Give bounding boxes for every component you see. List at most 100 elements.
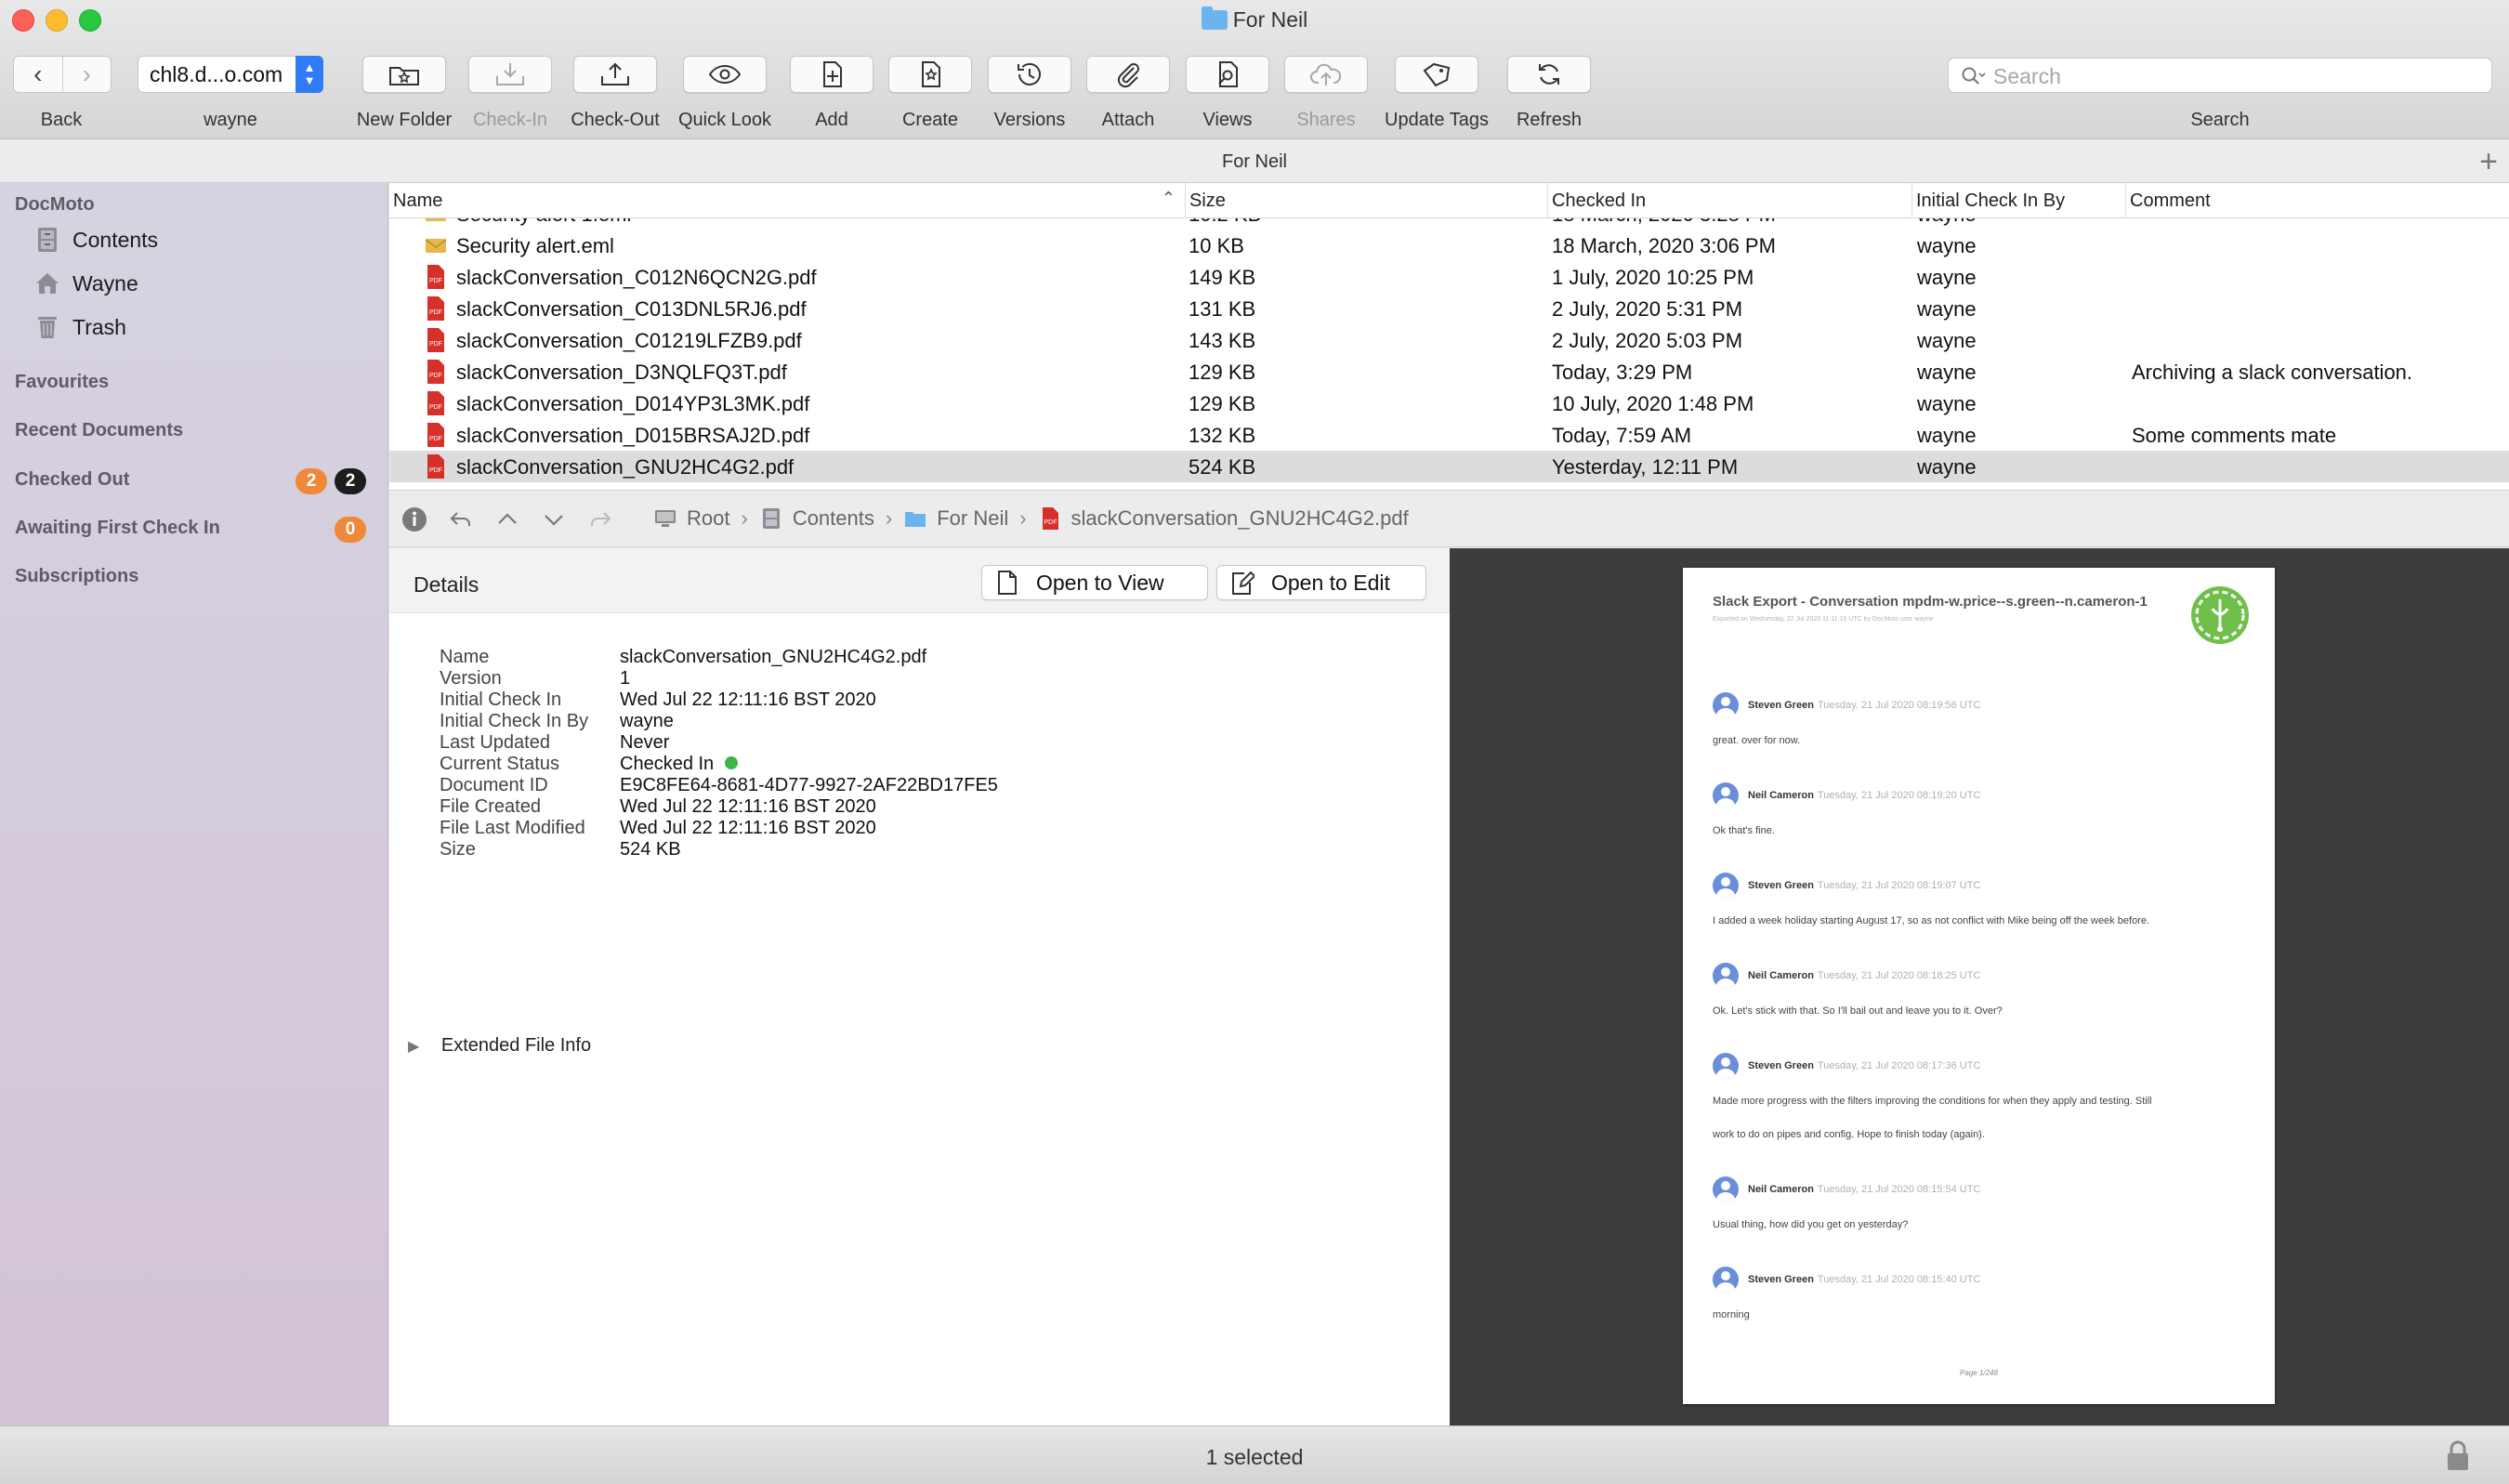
new-folder-button[interactable] [362, 56, 446, 93]
sidebar-section-subscriptions[interactable]: Subscriptions [15, 566, 138, 587]
file-checked-in: 2 July, 2020 5:31 PM [1552, 297, 1743, 321]
avatar-icon [1713, 1053, 1739, 1079]
extended-file-info-disclosure[interactable]: ▶ Extended File Info [408, 1035, 591, 1057]
message-time: Tuesday, 21 Jul 2020 08:15:54 UTC [1817, 1184, 1981, 1195]
table-row[interactable]: PDF slackConversation_D015BRSAJ2D.pdf 132 … [389, 419, 2509, 451]
path-title-bar: For Neil + [0, 140, 2509, 183]
add-button[interactable] [790, 56, 874, 93]
file-initial-check-in-by: wayne [1917, 266, 1977, 289]
back-button[interactable]: ‹ [14, 57, 62, 92]
status-indicator-icon [725, 756, 739, 769]
preview-page[interactable]: Slack Export - Conversation mpdm-w.price… [1683, 568, 2275, 1404]
open-to-view-button[interactable]: Open to View [981, 565, 1208, 600]
message-header: Steven Green Tuesday, 21 Jul 2020 08:19:0… [1713, 873, 1980, 899]
info-icon[interactable] [401, 506, 428, 533]
message-body: Made more progress with the filters impr… [1713, 1096, 2152, 1107]
back-label: Back [40, 110, 83, 130]
server-select[interactable]: chl8.d...o.com ▲ ▼ [138, 56, 323, 93]
table-row[interactable]: PDF slackConversation_GNU2HC4G2.pdf 524 KB… [389, 451, 2509, 482]
refresh-button[interactable] [1507, 56, 1591, 93]
details-panel: Details Open to View Open to Edit Name sl… [389, 548, 1450, 1425]
detail-value-text: slackConversation_GNU2HC4G2.pdf [620, 647, 927, 667]
column-header-comment[interactable]: Comment [2125, 183, 2509, 218]
file-initial-check-in-by: wayne [1917, 329, 1977, 352]
table-row[interactable]: PDF slackConversation_D014YP3L3MK.pdf 129 … [389, 387, 2509, 419]
forward-button[interactable]: › [61, 57, 112, 92]
file-comment: Some comments mate [2132, 424, 2337, 447]
breadcrumb-item-file[interactable]: PDF slackConversation_GNU2HC4G2.pdf [1038, 506, 1409, 531]
column-header-name[interactable]: Name ⌃ [389, 183, 1185, 218]
breadcrumb-item-contents[interactable]: Contents [759, 506, 874, 531]
sidebar-section-recent-documents[interactable]: Recent Documents [15, 420, 183, 441]
avatar-icon [1713, 1267, 1739, 1293]
table-row[interactable]: PDF slackConversation_C012N6QCN2G.pdf 149 … [389, 261, 2509, 293]
table-row[interactable]: Security alert.eml 10 KB 18 March, 2020 3:… [389, 230, 2509, 261]
file-size: 131 KB [1189, 297, 1256, 321]
server-user-label: wayne [204, 110, 257, 130]
detail-key: Current Status [440, 754, 559, 774]
shares-button[interactable] [1284, 56, 1368, 93]
avatar-icon [1713, 873, 1739, 899]
sidebar-item-trash[interactable]: Trash [33, 313, 126, 341]
details-title: Details [414, 572, 479, 597]
cabinet-icon [762, 508, 780, 529]
add-tab-button[interactable]: + [2479, 144, 2498, 180]
file-size: 143 KB [1189, 329, 1256, 352]
message-header: Steven Green Tuesday, 21 Jul 2020 08:15:4… [1713, 1267, 1980, 1293]
chevron-right-icon: › [82, 59, 91, 88]
column-header-size[interactable]: Size [1185, 183, 1547, 218]
breadcrumb-item-root[interactable]: Root [653, 506, 729, 531]
check-out-button[interactable] [573, 56, 657, 93]
forward-arrow-icon[interactable] [586, 506, 614, 533]
checked-out-badge-orange: 2 [296, 468, 327, 494]
sidebar-item-wayne[interactable]: Wayne [33, 269, 138, 297]
column-header-initial-check-in-by[interactable]: Initial Check In By [1911, 183, 2125, 218]
lock-icon[interactable] [2444, 1439, 2472, 1473]
message-time: Tuesday, 21 Jul 2020 08:19:20 UTC [1817, 790, 1981, 801]
message-author: Steven Green [1748, 1274, 1814, 1285]
quick-look-button[interactable] [683, 56, 767, 93]
table-row[interactable]: PDF slackConversation_C013DNL5RJ6.pdf 131 … [389, 293, 2509, 324]
sidebar-item-contents[interactable]: Contents [33, 226, 158, 254]
file-checked-in: Today, 7:59 AM [1552, 424, 1692, 447]
chevron-left-icon: ‹ [33, 59, 43, 88]
chevron-down-icon[interactable] [540, 506, 568, 533]
sidebar-section-favourites[interactable]: Favourites [15, 372, 109, 393]
message-body: morning [1713, 1309, 1750, 1320]
awaiting-badge: 0 [335, 517, 366, 543]
folder-icon [1201, 7, 1228, 30]
file-size: 132 KB [1189, 424, 1256, 447]
versions-button[interactable] [988, 56, 1071, 93]
update-tags-label: Update Tags [1385, 110, 1489, 130]
breadcrumb-separator: › [1019, 506, 1027, 530]
sidebar-section-checked-out[interactable]: Checked Out [15, 469, 129, 491]
views-button[interactable] [1186, 56, 1269, 93]
open-to-edit-button[interactable]: Open to Edit [1216, 565, 1426, 600]
table-row[interactable]: PDF slackConversation_D3NQLFQ3T.pdf 129 KB… [389, 356, 2509, 387]
sidebar-item-label: Trash [72, 314, 126, 339]
reply-arrow-icon[interactable] [447, 506, 475, 533]
breadcrumb-item-for-neil[interactable]: For Neil [903, 506, 1008, 531]
sidebar-item-label: Contents [72, 227, 159, 252]
table-row[interactable]: PDF slackConversation_C01219LFZB9.pdf 143 … [389, 324, 2509, 356]
pdf-file-icon: PDF [1042, 507, 1058, 530]
column-header-checked-in[interactable]: Checked In [1547, 183, 1911, 218]
search-input[interactable]: Search [1948, 58, 2492, 93]
breadcrumb: Root › Contents › For Neil › PDF slackCo… [653, 506, 1409, 531]
file-name: slackConversation_D014YP3L3MK.pdf [456, 392, 810, 415]
message-author: Neil Cameron [1748, 1184, 1814, 1195]
trash-icon [38, 317, 57, 338]
create-button[interactable] [888, 56, 972, 93]
message-author: Neil Cameron [1748, 970, 1814, 981]
chevron-up-icon[interactable] [493, 506, 521, 533]
detail-value-text: Checked In [620, 754, 715, 774]
attach-label: Attach [1101, 110, 1155, 130]
check-in-button[interactable] [468, 56, 552, 93]
detail-value: Never [620, 732, 669, 754]
pdf-file-icon: PDF [427, 423, 444, 447]
file-list-header: Name ⌃ Size Checked In Initial Check In … [389, 183, 2509, 218]
sidebar-section-awaiting-first-check-in[interactable]: Awaiting First Check In [15, 518, 220, 539]
attach-button[interactable] [1086, 56, 1170, 93]
update-tags-button[interactable] [1395, 56, 1478, 93]
pdf-file-icon: PDF [427, 454, 444, 479]
